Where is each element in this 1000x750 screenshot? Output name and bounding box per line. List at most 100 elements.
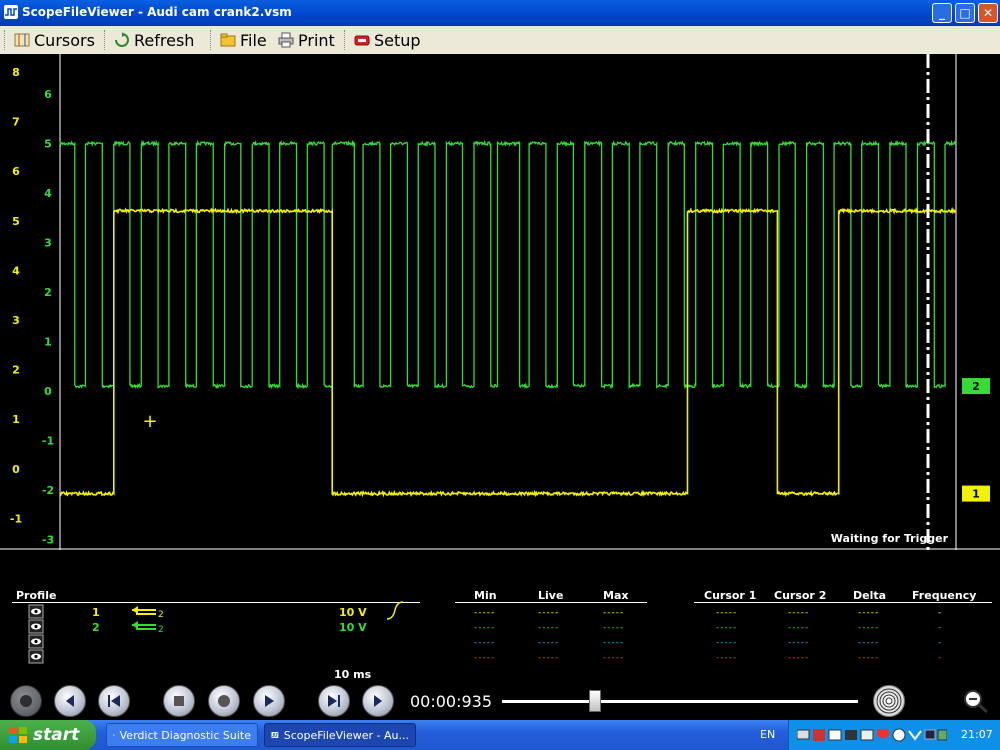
toolbar-separator: [344, 30, 347, 50]
rewind-button[interactable]: [98, 685, 130, 717]
readout-value: -----: [716, 608, 738, 618]
readout-value: -----: [788, 653, 810, 663]
time-display: 00:00:935: [410, 692, 493, 711]
readout-value: -: [938, 638, 943, 648]
scope-app-icon: [271, 732, 279, 738]
channel-marker-label: 1: [972, 488, 980, 501]
channel-1-range[interactable]: 10 V: [339, 606, 367, 619]
display-icon[interactable]: [828, 729, 842, 741]
rewind-icon: [108, 695, 120, 707]
cursors-icon: [14, 33, 30, 47]
next-button[interactable]: [362, 685, 394, 717]
readout-value: -----: [474, 653, 496, 663]
readout-value: -----: [603, 638, 625, 648]
fingerprint-button[interactable]: [873, 685, 905, 717]
crosshair-cursor: +: [142, 411, 157, 432]
eye-icon[interactable]: [28, 604, 44, 619]
file-button[interactable]: File: [214, 28, 273, 52]
network-icon[interactable]: [797, 729, 810, 740]
timebase-label[interactable]: 10 ms: [334, 668, 371, 681]
security-shield-icon[interactable]: [877, 729, 889, 739]
delta-header: Delta: [853, 589, 887, 602]
readout-value: -----: [538, 608, 560, 618]
play-icon: [265, 695, 274, 707]
setup-button[interactable]: Setup: [348, 28, 427, 52]
maximize-button[interactable]: □: [955, 3, 975, 23]
profile-label: Profile: [16, 589, 57, 602]
playback-slider-thumb[interactable]: [588, 690, 601, 712]
playback-slider-track[interactable]: [502, 700, 858, 703]
y-tick-label-outer: 0: [12, 463, 20, 476]
file-label: File: [240, 30, 267, 50]
channel-1-name: 1: [92, 606, 100, 619]
y-tick-label-outer: 6: [12, 165, 20, 178]
connection-icon[interactable]: [908, 730, 922, 741]
svg-text:2: 2: [158, 610, 164, 620]
channel-2-range[interactable]: 10 V: [339, 621, 367, 634]
plot-area[interactable]: [60, 54, 956, 550]
pause-button[interactable]: [208, 685, 240, 717]
taskbar-item-scopefileviewer[interactable]: ScopeFileViewer - Au...: [264, 723, 416, 747]
min-header: Min: [474, 589, 497, 602]
previous-button[interactable]: [54, 685, 86, 717]
eye-icon[interactable]: [28, 619, 44, 634]
close-button[interactable]: ✕: [978, 3, 998, 23]
readout-value: -----: [858, 638, 880, 648]
envelope-icon: [113, 734, 115, 736]
antivirus-icon[interactable]: [813, 729, 825, 741]
mail-icon[interactable]: [860, 729, 874, 741]
scope-app-icon: [4, 5, 18, 19]
monitor-icon[interactable]: [924, 729, 936, 740]
record-button[interactable]: [10, 685, 42, 717]
system-tray: 21:07: [788, 720, 1000, 750]
cursor-1-header: Cursor 1: [704, 589, 757, 602]
live-header: Live: [538, 589, 564, 602]
scope-display[interactable]: 876543210-1 6543210-1-2-3 01632486480961…: [0, 54, 1000, 569]
readout-value: -----: [716, 653, 738, 663]
refresh-button[interactable]: Refresh: [108, 28, 200, 52]
y-tick-label-inner: 4: [44, 187, 52, 200]
eye-icon[interactable]: [28, 649, 44, 664]
start-button[interactable]: start: [0, 720, 96, 750]
channel-marker-label: 2: [972, 380, 980, 393]
y-tick-label-outer: 2: [12, 364, 20, 377]
clock: 21:07: [961, 728, 993, 741]
y-tick-label-inner: -3: [42, 534, 54, 547]
readout-value: -----: [858, 653, 880, 663]
scope-chart[interactable]: 876543210-1 6543210-1-2-3 01632486480961…: [0, 54, 1000, 569]
setup-icon: [354, 35, 370, 46]
taskbar-item-label: ScopeFileViewer - Au...: [283, 728, 409, 742]
device-icon[interactable]: [845, 730, 857, 740]
help-icon[interactable]: [892, 728, 906, 742]
trigger-slope-icon[interactable]: [385, 600, 405, 622]
channel-1-probe-icon[interactable]: 2: [132, 606, 164, 620]
eye-icon[interactable]: [28, 634, 44, 649]
measure-divider: [455, 602, 647, 603]
cursors-button[interactable]: Cursors: [8, 28, 101, 52]
minimize-button[interactable]: _: [932, 3, 952, 23]
profile-divider: [12, 602, 420, 603]
next-icon: [374, 695, 382, 707]
zoom-icon[interactable]: [962, 688, 990, 714]
readout-value: -----: [788, 608, 810, 618]
language-indicator[interactable]: EN: [760, 728, 775, 741]
toolbar-separator: [104, 30, 107, 50]
control-panel: Profile 1 2 2 2 10 V 10 V 10 ms Min Live…: [0, 550, 1000, 720]
toolbar-grip: [4, 30, 7, 50]
taskbar-item-verdict[interactable]: Verdict Diagnostic Suite: [106, 723, 258, 747]
print-button[interactable]: Print: [272, 28, 341, 52]
y-tick-label-inner: 6: [44, 88, 52, 101]
toolbar-separator: [210, 30, 213, 50]
tray-icons: [797, 728, 947, 742]
y-tick-label-outer: -1: [10, 512, 22, 525]
window-title: ScopeFileViewer - Audi cam crank2.vsm: [22, 5, 292, 19]
readout-value: -: [938, 608, 943, 618]
channel-2-name: 2: [92, 621, 100, 634]
y-tick-label-inner: 2: [44, 286, 52, 299]
shield-icon[interactable]: [937, 729, 947, 741]
channel-2-probe-icon[interactable]: 2: [132, 621, 164, 635]
stop-button[interactable]: [163, 685, 195, 717]
fast-forward-button[interactable]: [318, 685, 350, 717]
play-button[interactable]: [253, 685, 285, 717]
readout-value: -----: [603, 608, 625, 618]
